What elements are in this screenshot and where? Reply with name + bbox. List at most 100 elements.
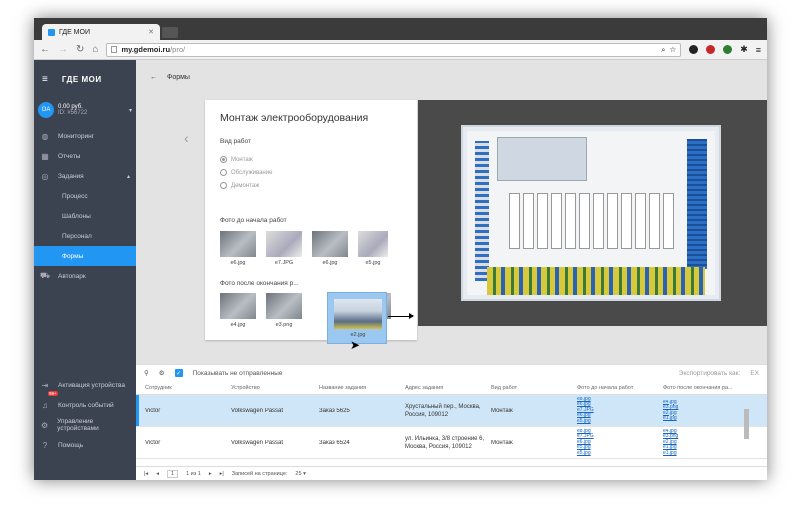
chevron-down-icon[interactable]: ▾ — [129, 107, 132, 114]
browser-tab[interactable]: ГДЕ МОИ ✕ — [42, 24, 160, 40]
back-arrow-icon[interactable]: ← — [150, 74, 157, 81]
extension-icon[interactable] — [706, 45, 716, 54]
url-path: /pro/ — [170, 45, 186, 54]
chevron-up-icon: ▴ — [126, 173, 130, 180]
photo-thumbnail[interactable] — [266, 293, 302, 319]
home-icon[interactable]: ⌂ — [92, 44, 98, 55]
tab-title: ГДЕ МОИ — [59, 28, 90, 36]
reload-icon[interactable]: ↻ — [76, 44, 84, 55]
sidebar-item-events[interactable]: ♫ 99+ Контроль событий — [34, 391, 136, 415]
column-header[interactable]: Название задания — [313, 385, 399, 391]
per-page-select[interactable]: 25 ▾ — [295, 471, 305, 477]
electrical-panel-image — [467, 131, 715, 295]
radio-label: Монтаж — [231, 156, 253, 163]
menu-icon[interactable]: ≡ — [756, 45, 761, 55]
table-toolbar: ⚲ ⚙ ✓ Показывать не отправленные Экспорт… — [136, 365, 767, 381]
settings-gear-icon[interactable]: ⚙ — [159, 369, 165, 377]
hovered-photo[interactable]: e2.jpg — [327, 292, 387, 344]
address-bar: ← → ↻ ⌂ my.gdemoi.ru/pro/ ⌕ ☆ ✱ ≡ — [34, 40, 767, 60]
radio-button[interactable] — [220, 156, 227, 163]
last-page-icon[interactable]: ▸| — [220, 471, 224, 477]
forward-icon[interactable]: → — [58, 44, 68, 55]
column-header[interactable]: Фото до начала работ — [571, 385, 657, 391]
device-cell: Volkswagen Passat — [231, 439, 284, 446]
radio-button[interactable] — [220, 169, 227, 176]
url-host: my.gdemoi.ru — [121, 45, 171, 54]
photo-preview[interactable] — [461, 125, 721, 301]
back-icon[interactable]: ← — [40, 44, 50, 55]
forms-table: ⚲ ⚙ ✓ Показывать не отправленные Экспорт… — [136, 364, 767, 480]
sidebar-item-label: Управление устройствами — [57, 418, 99, 432]
photo-thumbnail[interactable] — [266, 231, 302, 257]
table-row[interactable]: Victor Volkswagen Passat Заказ 5625 Хрустал… — [136, 395, 767, 427]
column-header[interactable]: Вид работ — [485, 385, 571, 391]
puzzle-icon[interactable]: ✱ — [740, 44, 748, 55]
next-page-icon[interactable]: ▸ — [209, 471, 212, 477]
photo-caption: e7.JPG — [274, 260, 294, 266]
previous-chevron-icon[interactable]: ‹ — [184, 130, 189, 146]
photo-thumbnail[interactable] — [220, 231, 256, 257]
form-title: Монтаж электрооборудования — [220, 112, 369, 124]
sidebar-item-monitoring[interactable]: ◍ Мониторинг — [34, 126, 136, 146]
sidebar-item-forms[interactable]: Формы — [34, 246, 136, 266]
sidebar-item-fleet[interactable]: ⛟ Автопарк — [34, 266, 136, 286]
first-page-icon[interactable]: |◂ — [144, 471, 148, 477]
column-header[interactable]: Адрес задания — [399, 385, 485, 391]
account-block[interactable]: OA 0.00 руб. ID: #56722 ▾ — [34, 98, 136, 122]
sidebar-item-tasks[interactable]: ◎ Задания ▴ — [34, 166, 136, 186]
photo-thumbnail[interactable] — [334, 299, 382, 329]
task-name-cell: Заказ 6524 — [319, 439, 350, 446]
photo-link[interactable]: e5.jpg — [577, 450, 657, 457]
photo-link[interactable]: e5.jpg — [577, 418, 657, 425]
page-number[interactable]: 1 — [166, 469, 179, 478]
mouse-cursor-icon: ➤ — [350, 338, 361, 352]
device-cell: Volkswagen Passat — [231, 407, 284, 414]
hamburger-icon[interactable]: ≡ — [42, 74, 48, 85]
work-type-cell: Монтаж — [491, 439, 513, 446]
photo-thumbnail[interactable] — [358, 231, 388, 257]
column-header[interactable]: Сотрудник — [139, 385, 225, 391]
radio-button[interactable] — [220, 182, 227, 189]
url-field[interactable]: my.gdemoi.ru/pro/ ⌕ ☆ — [106, 42, 682, 57]
radio-option[interactable]: Монтаж — [220, 156, 253, 163]
photo-caption: e6.jpg — [230, 260, 246, 266]
tab-favicon-icon — [48, 28, 55, 36]
radio-option[interactable]: Обслуживание — [220, 169, 272, 176]
bookmark-star-icon[interactable]: ☆ — [669, 45, 676, 54]
work-type-label: Вид работ — [220, 138, 251, 145]
gear-icon: ⚙ — [40, 420, 49, 430]
sidebar-item-reports[interactable]: ▦ Отчеты — [34, 146, 136, 166]
sidebar-item-help[interactable]: ? Помощь — [34, 435, 136, 455]
new-tab-button[interactable] — [162, 27, 178, 38]
table-row[interactable]: Victor Volkswagen Passat Заказ 6524 ул. Иль… — [136, 427, 767, 459]
close-tab-icon[interactable]: ✕ — [148, 28, 154, 36]
employee-cell: Victor — [145, 407, 161, 414]
extension-icon[interactable] — [689, 45, 699, 54]
sidebar-item-staff[interactable]: Персонал — [34, 226, 136, 246]
chart-icon: ▦ — [41, 151, 49, 161]
photo-thumbnail[interactable] — [312, 231, 348, 257]
export-excel-button[interactable]: EX — [750, 370, 759, 377]
help-icon: ? — [42, 440, 48, 450]
photo-thumbnail[interactable] — [220, 293, 256, 319]
scrollbar[interactable] — [744, 409, 749, 439]
filter-icon[interactable]: ⚲ — [144, 369, 149, 377]
zoom-icon[interactable]: ⌕ — [661, 45, 665, 55]
photo-link[interactable]: e1.jpg — [663, 450, 741, 457]
car-icon: ⛟ — [40, 271, 51, 280]
task-name-cell: Заказ 5625 — [319, 407, 350, 414]
prev-page-icon[interactable]: ◂ — [156, 471, 159, 477]
photo-link[interactable]: e1.jpg — [663, 415, 741, 422]
sidebar-item-templates[interactable]: Шаблоны — [34, 206, 136, 226]
sidebar: ≡ ГДЕ МОИ OA 0.00 руб. ID: #56722 ▾ ◍ Мон… — [34, 60, 136, 480]
per-page-value: 25 — [295, 470, 302, 477]
per-page-label: Записей на странице: — [231, 470, 288, 477]
show-unsent-checkbox[interactable]: ✓ — [174, 369, 183, 377]
sidebar-item-label: Мониторинг — [58, 132, 95, 140]
sidebar-item-process[interactable]: Процесс — [34, 186, 136, 206]
column-header[interactable]: Устройство — [225, 385, 313, 391]
extension-icon[interactable] — [723, 45, 733, 54]
radio-option[interactable]: Демонтаж — [220, 182, 259, 189]
column-header[interactable]: Фото после окончания ра... — [657, 385, 741, 391]
sidebar-item-device-management[interactable]: ⚙ Управление устройствами — [34, 415, 136, 435]
